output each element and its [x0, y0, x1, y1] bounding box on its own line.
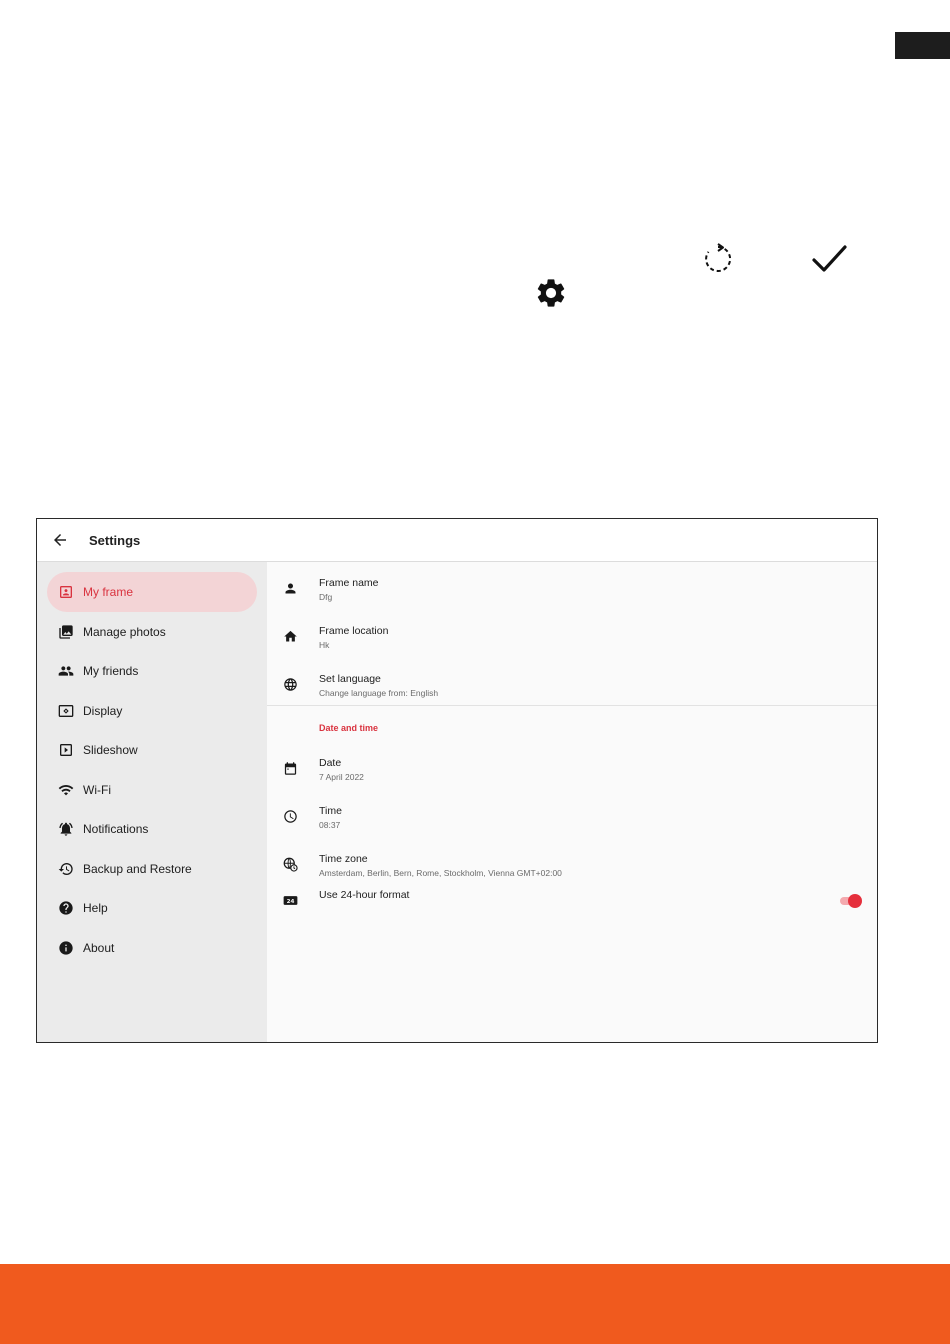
setting-value: 7 April 2022 [319, 772, 364, 782]
page-corner-tab [895, 32, 950, 59]
sidebar: My frame Manage photos My friends Displa… [37, 562, 267, 1042]
sidebar-item-label: Display [83, 703, 123, 718]
toggle-thumb [848, 894, 862, 908]
refresh-icon [700, 241, 736, 277]
app-bar: Settings [37, 519, 877, 562]
sidebar-item-label: Notifications [83, 822, 149, 836]
setting-title: Frame name [319, 577, 379, 589]
sidebar-item-label: Help [83, 901, 108, 915]
sidebar-item-wifi[interactable]: Wi-Fi [47, 770, 257, 810]
clock-icon [283, 809, 298, 824]
check-icon [808, 239, 850, 279]
back-arrow-icon[interactable] [51, 531, 69, 549]
home-icon [283, 629, 298, 644]
person-icon [283, 581, 298, 596]
sidebar-item-label: My frame [83, 585, 134, 599]
setting-title: Set language [319, 673, 381, 685]
setting-title: Time [319, 805, 342, 817]
wifi-icon [58, 782, 74, 798]
setting-title: Date [319, 757, 342, 769]
sidebar-item-label: Manage photos [83, 624, 166, 639]
sidebar-item-label: About [83, 940, 115, 955]
setting-title: Use 24-hour format [319, 889, 410, 901]
sidebar-item-display[interactable]: Display [47, 691, 257, 731]
sidebar-item-label: My friends [83, 664, 139, 678]
setting-value: 08:37 [319, 820, 341, 830]
setting-value: Dfg [319, 592, 333, 602]
restore-icon [58, 861, 74, 877]
sidebar-item-my-friends[interactable]: My friends [47, 651, 257, 691]
setting-value: Amsterdam, Berlin, Bern, Rome, Stockholm… [319, 868, 562, 878]
sidebar-item-label: Wi-Fi [83, 782, 111, 797]
globe-clock-icon [283, 857, 298, 872]
setting-title: Time zone [319, 853, 368, 865]
slideshow-icon [58, 742, 74, 758]
setting-time[interactable]: Time 08:37 [267, 794, 877, 840]
setting-value: Change language from: English [319, 688, 439, 698]
photo-library-icon [58, 624, 74, 640]
sidebar-item-backup-restore[interactable]: Backup and Restore [47, 849, 257, 889]
settings-content: Frame name Dfg Frame location Hk Set lan… [267, 562, 877, 1042]
display-icon [58, 703, 74, 719]
footer-bar [0, 1264, 950, 1344]
sidebar-item-label: Slideshow [83, 743, 138, 757]
sidebar-item-help[interactable]: Help [47, 888, 257, 928]
gear-icon [534, 276, 568, 310]
info-icon [58, 940, 74, 956]
settings-screen: Settings My frame Manage photos My frien… [36, 518, 878, 1043]
setting-value: Hk [319, 640, 330, 650]
portrait-icon [58, 584, 74, 600]
section-divider [267, 705, 877, 706]
page-title: Settings [89, 533, 141, 548]
sidebar-item-label: Backup and Restore [83, 861, 192, 876]
people-icon [58, 663, 74, 679]
bell-icon [58, 821, 74, 837]
globe-icon [283, 677, 298, 692]
setting-title: Frame location [319, 625, 389, 637]
setting-date[interactable]: Date 7 April 2022 [267, 746, 877, 792]
setting-24-hour-format[interactable]: 24 Use 24-hour format [267, 878, 877, 924]
help-icon [58, 900, 74, 916]
setting-frame-name[interactable]: Frame name Dfg [267, 566, 877, 612]
24-hour-format-toggle[interactable] [840, 894, 862, 908]
setting-frame-location[interactable]: Frame location Hk [267, 614, 877, 660]
sidebar-item-manage-photos[interactable]: Manage photos [47, 612, 257, 652]
section-header-date-time: Date and time [319, 723, 379, 733]
sidebar-item-about[interactable]: About [47, 928, 257, 968]
calendar-icon [283, 761, 298, 776]
sidebar-item-my-frame[interactable]: My frame [47, 572, 257, 612]
sidebar-item-notifications[interactable]: Notifications [47, 809, 257, 849]
setting-language[interactable]: Set language Change language from: Engli… [267, 662, 877, 708]
24h-icon: 24 [283, 893, 298, 908]
sidebar-item-slideshow[interactable]: Slideshow [47, 730, 257, 770]
svg-text:24: 24 [287, 899, 295, 905]
